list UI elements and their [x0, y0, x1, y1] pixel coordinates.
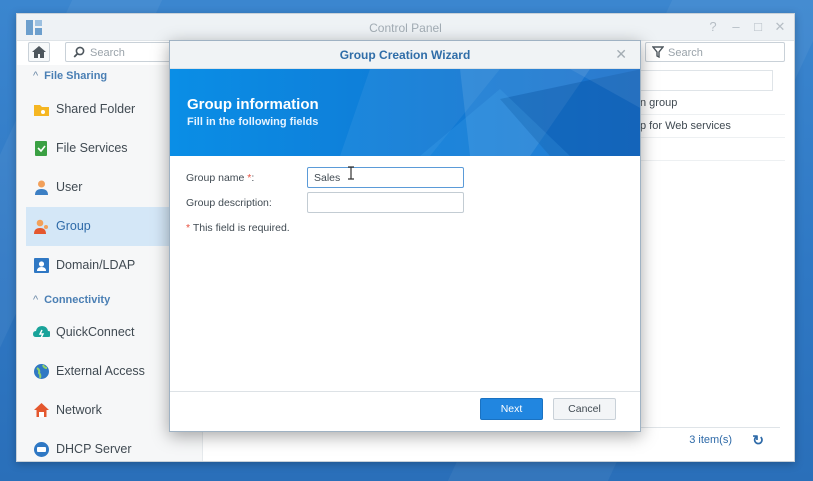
window-title: Control Panel	[369, 21, 442, 35]
sidebar-item-label: Network	[56, 403, 102, 417]
user-icon	[35, 180, 48, 195]
sidebar-item-label: QuickConnect	[56, 325, 135, 339]
sidebar-item-label: Shared Folder	[56, 102, 136, 116]
home-icon	[32, 46, 46, 58]
sidebar-item-label: File Services	[56, 141, 128, 155]
help-icon[interactable]: ?	[705, 19, 721, 35]
dialog-banner: Group information Fill in the following …	[170, 69, 640, 156]
list-search-input[interactable]: Search	[645, 42, 785, 62]
window-titlebar[interactable]: Control Panel ? – □ ✕	[17, 14, 794, 41]
banner-title: Group information	[187, 96, 319, 113]
search-placeholder: Search	[668, 47, 703, 59]
sidebar-search-input[interactable]: Search	[65, 42, 175, 62]
group-name-input[interactable]	[307, 167, 464, 188]
text-cursor-icon	[348, 166, 354, 180]
dialog-footer: Next Cancel	[170, 391, 640, 431]
dialog-title: Group Creation Wizard	[339, 48, 471, 62]
shared-folder-icon	[34, 105, 49, 116]
section-connectivity[interactable]: ^ Connectivity	[33, 294, 110, 306]
group-name-label: Group name *:	[186, 172, 255, 184]
close-icon[interactable]: ✕	[615, 46, 627, 63]
home-button[interactable]	[28, 42, 50, 62]
section-file-sharing[interactable]: ^ File Sharing	[33, 70, 107, 82]
maximize-icon[interactable]: □	[750, 19, 766, 35]
domain-ldap-icon	[34, 258, 49, 273]
chevron-up-icon: ^	[33, 70, 39, 82]
table-header	[640, 70, 773, 91]
sidebar-item-label: External Access	[56, 364, 145, 378]
sidebar-item-label: DHCP Server	[56, 442, 132, 456]
filter-icon	[652, 46, 664, 58]
cancel-button[interactable]: Cancel	[553, 398, 616, 420]
dhcp-server-icon	[34, 442, 49, 457]
quickconnect-icon	[33, 326, 50, 339]
dialog-titlebar[interactable]: Group Creation Wizard ✕	[170, 41, 640, 69]
group-creation-wizard-dialog: Group Creation Wizard ✕ Group informatio…	[169, 40, 641, 432]
refresh-icon[interactable]: ↻	[752, 432, 764, 449]
network-icon	[34, 403, 49, 417]
banner-subtitle: Fill in the following fields	[187, 116, 319, 128]
required-note: * This field is required.	[186, 222, 290, 234]
group-description-input[interactable]	[307, 192, 464, 213]
table-row[interactable]	[640, 138, 785, 161]
table-row[interactable]: n group	[640, 92, 785, 115]
sidebar-item-label: Domain/LDAP	[56, 258, 136, 272]
sidebar-item-label: User	[56, 180, 83, 194]
chevron-up-icon: ^	[33, 294, 39, 306]
external-access-icon	[34, 364, 49, 379]
file-services-icon	[35, 141, 47, 156]
sidebar-item-label: Group	[56, 219, 91, 233]
group-icon	[34, 219, 48, 234]
item-count: 3 item(s)	[689, 434, 732, 446]
search-placeholder: Search	[90, 47, 125, 59]
next-button[interactable]: Next	[480, 398, 543, 420]
group-description-label: Group description:	[186, 197, 272, 209]
search-icon	[73, 46, 85, 58]
close-icon[interactable]: ✕	[772, 19, 788, 35]
sidebar-item-dhcp-server[interactable]: DHCP Server	[26, 430, 203, 469]
table-row[interactable]: p for Web services	[640, 115, 785, 138]
minimize-icon[interactable]: –	[728, 19, 744, 35]
